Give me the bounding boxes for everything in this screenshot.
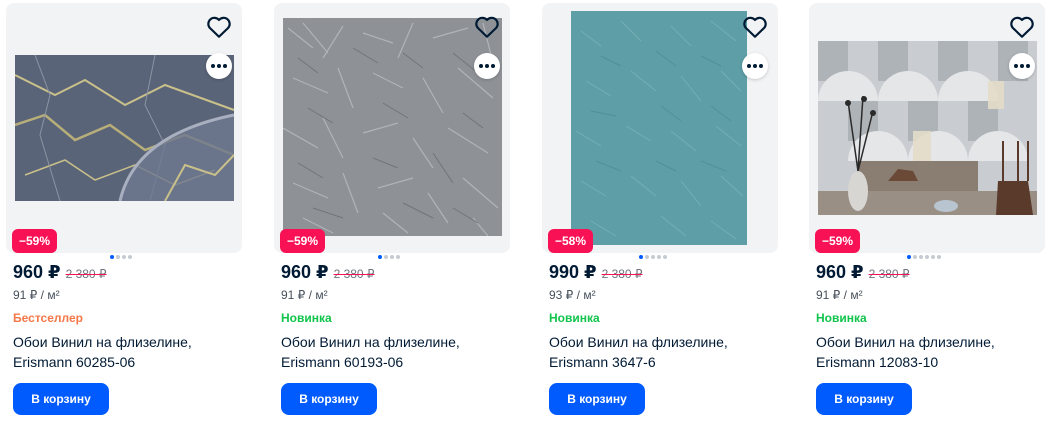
more-dots-icon[interactable] [742,53,768,79]
old-price: 2 380 ₽ [333,267,375,281]
discount-badge: −59% [815,229,861,253]
price-block: 960 ₽ 2 380 ₽ [816,262,910,283]
bestseller-label: Бестселлер [13,311,83,325]
current-price: 960 ₽ [281,262,329,282]
gallery-dots [378,255,400,259]
more-dots-icon[interactable] [206,53,232,79]
old-price: 2 380 ₽ [868,267,910,281]
current-price: 960 ₽ [13,262,61,282]
product-image-area[interactable] [6,3,242,253]
gallery-dots [907,255,941,259]
more-dots-icon[interactable] [474,53,500,79]
add-to-cart-button[interactable]: В корзину [816,383,912,415]
add-to-cart-button[interactable]: В корзину [13,383,109,415]
new-label: Новинка [281,311,332,325]
product-title[interactable]: Обои Винил на флизелине, Erismann 12083-… [816,332,1046,372]
add-to-cart-button[interactable]: В корзину [549,383,645,415]
product-title[interactable]: Обои Винил на флизелине, Erismann 3647-6 [549,332,779,372]
product-image-area[interactable] [809,3,1045,253]
unit-price: 93 ₽ / м² [549,288,596,302]
unit-price: 91 ₽ / м² [816,288,863,302]
heart-outline-icon[interactable] [742,15,768,39]
product-card[interactable]: −58% 990 ₽ 2 380 ₽ 93 ₽ / м² Новинка Обо… [542,0,782,422]
discount-badge: −59% [12,229,58,253]
add-to-cart-button[interactable]: В корзину [281,383,377,415]
new-label: Новинка [549,311,600,325]
new-label: Новинка [816,311,867,325]
heart-outline-icon[interactable] [206,15,232,39]
heart-outline-icon[interactable] [474,15,500,39]
price-block: 960 ₽ 2 380 ₽ [13,262,107,283]
old-price: 2 380 ₽ [65,267,107,281]
product-title[interactable]: Обои Винил на флизелине, Erismann 60285-… [13,332,243,372]
wallpaper-photo-teal-texture[interactable] [571,11,747,245]
unit-price: 91 ₽ / м² [13,288,60,302]
more-dots-icon[interactable] [1009,53,1035,79]
product-title[interactable]: Обои Винил на флизелине, Erismann 60193-… [281,332,511,372]
product-card[interactable]: −59% 960 ₽ 2 380 ₽ 91 ₽ / м² Бестселлер … [6,0,246,422]
product-image-area[interactable] [274,3,510,253]
product-card[interactable]: −59% 960 ₽ 2 380 ₽ 91 ₽ / м² Новинка Обо… [809,0,1048,422]
wallpaper-photo-marble-blue[interactable] [15,55,234,201]
wallpaper-photo-gray-texture[interactable] [283,18,502,236]
price-block: 960 ₽ 2 380 ₽ [281,262,375,283]
product-image-area[interactable] [542,3,778,253]
product-card[interactable]: −59% 960 ₽ 2 380 ₽ 91 ₽ / м² Новинка Обо… [274,0,514,422]
heart-outline-icon[interactable] [1009,15,1035,39]
unit-price: 91 ₽ / м² [281,288,328,302]
discount-badge: −58% [548,229,594,253]
gallery-dots [110,255,132,259]
gallery-dots [639,255,667,259]
current-price: 960 ₽ [816,262,864,282]
discount-badge: −59% [280,229,326,253]
price-block: 990 ₽ 2 380 ₽ [549,262,643,283]
old-price: 2 380 ₽ [601,267,643,281]
wallpaper-photo-geometric-interior[interactable] [818,41,1037,215]
current-price: 990 ₽ [549,262,597,282]
